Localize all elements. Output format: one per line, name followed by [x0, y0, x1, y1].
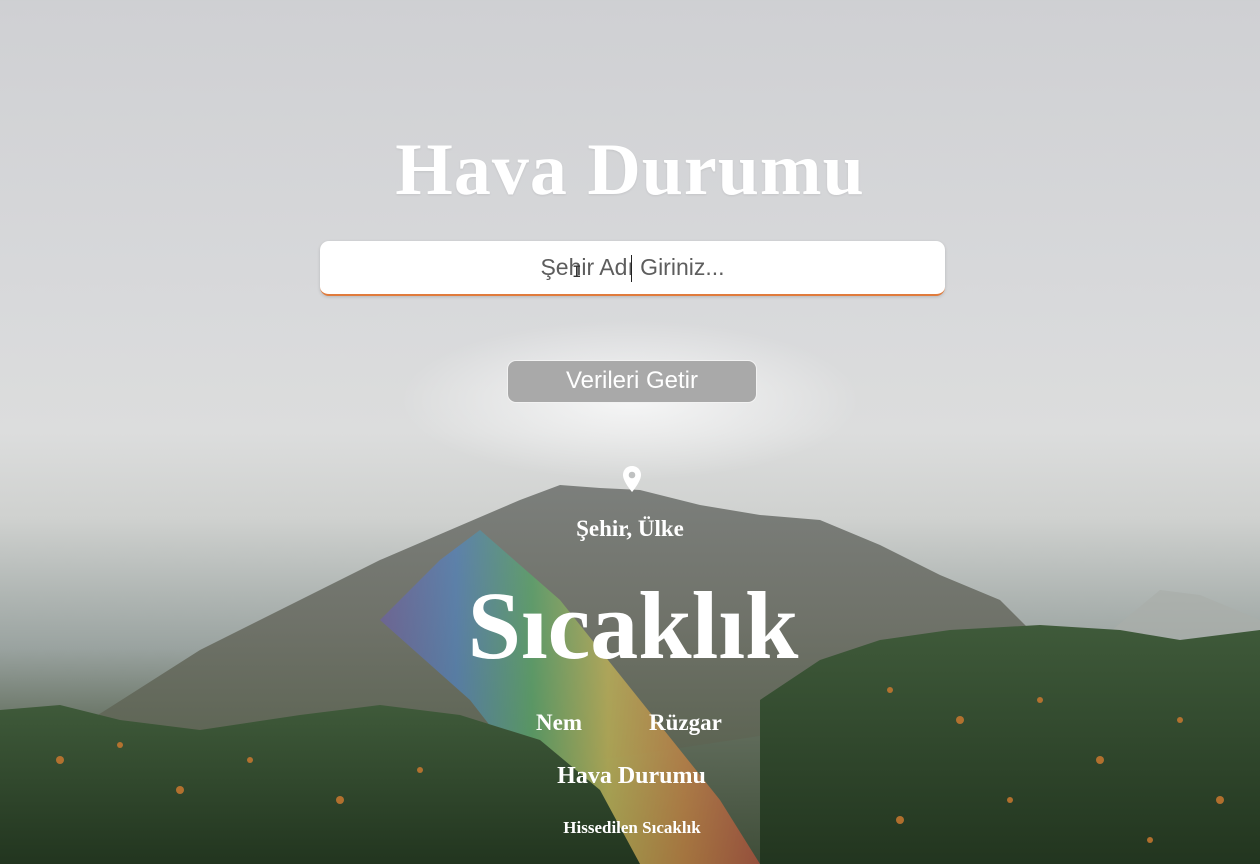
- text-cursor-icon: I: [572, 262, 582, 281]
- map-pin-icon: [623, 466, 641, 492]
- text-caret: [631, 255, 632, 282]
- feels-like-label: Hissedilen Sıcaklık: [563, 818, 701, 837]
- weather-condition-label: Hava Durumu: [557, 763, 706, 789]
- city-search-input[interactable]: [320, 241, 945, 296]
- humidity-label: Nem: [536, 710, 582, 735]
- location-label: Şehir, Ülke: [576, 516, 684, 541]
- app-title: Hava Durumu: [395, 129, 865, 211]
- wind-label: Rüzgar: [649, 710, 722, 735]
- fetch-data-button[interactable]: Verileri Getir: [507, 360, 757, 403]
- temperature-value: Sıcaklık: [467, 572, 799, 679]
